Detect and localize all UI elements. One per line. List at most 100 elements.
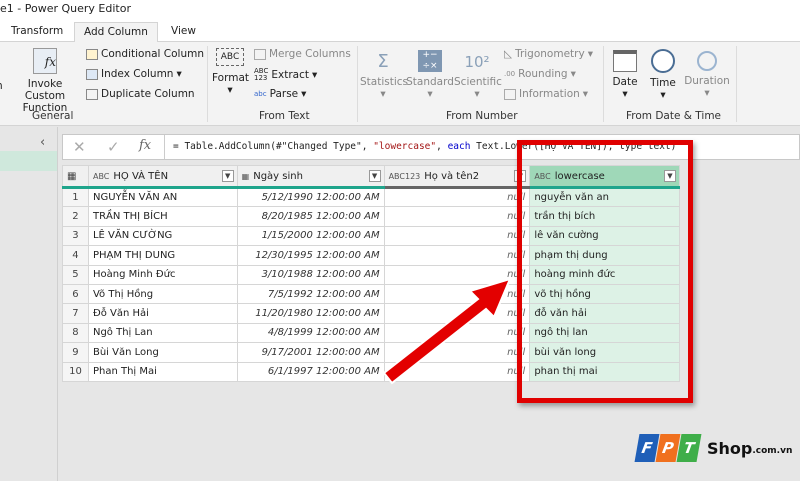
cell-ho-va-ten2[interactable]: null <box>383 206 531 227</box>
row-number[interactable]: 4 <box>62 245 89 266</box>
calendar-icon <box>613 50 637 72</box>
table-icon: ▦ <box>67 170 77 182</box>
group-label-from-date-time: From Date & Time <box>626 110 722 122</box>
text-type-icon: ABC <box>92 171 110 181</box>
column-header-ngay-sinh[interactable]: ▦ Ngày sinh ▼ <box>236 165 385 189</box>
format-icon: ABC <box>216 48 244 66</box>
cell-ho-va-ten2[interactable]: null <box>383 225 531 247</box>
index-column-icon <box>86 68 98 80</box>
format-button[interactable]: ABC Format ▾ <box>212 48 249 96</box>
filter-dropdown-icon[interactable]: ▼ <box>221 170 234 182</box>
row-number[interactable]: 2 <box>62 206 89 227</box>
information-button[interactable]: Information ▾ <box>504 88 588 100</box>
divider <box>603 46 604 122</box>
group-label-from-text: From Text <box>259 110 310 122</box>
column-header-ho-va-ten2[interactable]: ABC123 Họ và tên2 ▼ <box>383 165 531 189</box>
abc123-icon: ABC 123 <box>254 67 269 82</box>
date-button[interactable]: Date ▾ <box>608 48 642 100</box>
cell-ho-va-ten[interactable]: Võ Thị Hồng <box>87 283 238 305</box>
cell-ho-va-ten[interactable]: Bùi Văn Long <box>87 342 238 363</box>
cell-ho-va-ten[interactable]: Ngô Thị Lan <box>87 322 238 344</box>
watermark-text: Shop <box>707 438 753 458</box>
cell-ho-va-ten[interactable]: TRẦN THỊ BÍCH <box>87 206 238 227</box>
function-icon: fx <box>33 48 57 74</box>
cell-ngay-sinh[interactable]: 3/10/1988 12:00:00 AM <box>236 264 385 285</box>
cell-ho-va-ten[interactable]: Đỗ Văn Hải <box>87 303 238 324</box>
cell-ngay-sinh[interactable]: 8/20/1985 12:00:00 AM <box>236 206 385 227</box>
filter-dropdown-icon[interactable]: ▼ <box>368 170 381 182</box>
row-number[interactable]: 3 <box>62 225 89 247</box>
fpt-shop-watermark: F P T Shop .com.vn <box>634 434 793 462</box>
tab-add-column[interactable]: Add Column <box>74 22 158 43</box>
row-number[interactable]: 1 <box>62 186 89 208</box>
triangle-icon: ◺ <box>504 48 513 60</box>
parse-button[interactable]: abc Parse ▾ <box>254 88 306 100</box>
scientific-button[interactable]: 10² Scientific ▾ <box>454 48 502 100</box>
clock-icon <box>651 49 675 73</box>
cell-ngay-sinh[interactable]: 9/17/2001 12:00:00 AM <box>236 342 385 363</box>
column-header-ho-va-ten[interactable]: ABC HỌ VÀ TÊN ▼ <box>87 165 238 189</box>
power-icon: 10² <box>464 53 490 71</box>
group-label-from-number: From Number <box>446 110 518 122</box>
cell-ho-va-ten2[interactable]: null <box>383 245 531 266</box>
cell-ngay-sinh[interactable]: 7/5/1992 12:00:00 AM <box>236 283 385 305</box>
table-menu-button[interactable]: ▦ <box>62 165 89 189</box>
trigonometry-button[interactable]: ◺ Trigonometry ▾ <box>504 48 593 60</box>
ribbon: n fx Invoke CustomFunction Conditional C… <box>0 42 800 126</box>
row-number[interactable]: 7 <box>62 303 89 324</box>
row-number[interactable]: 5 <box>62 264 89 285</box>
cell-ngay-sinh[interactable]: 4/8/1999 12:00:00 AM <box>236 322 385 344</box>
time-button[interactable]: Time ▾ <box>646 48 680 101</box>
sigma-icon: Σ <box>377 51 389 72</box>
duplicate-column-icon <box>86 88 98 100</box>
ribbon-tabs: Transform Add Column View <box>0 19 800 43</box>
invoke-custom-function-button[interactable]: fx Invoke Custom Function <box>10 48 80 114</box>
tab-transform[interactable]: Transform <box>2 22 72 43</box>
conditional-column-button[interactable]: Conditional Column <box>86 48 204 60</box>
conditional-column-icon <box>86 48 98 60</box>
divider <box>207 46 208 122</box>
datetime-type-icon: ▦ <box>241 171 250 181</box>
window-title: e1 - Power Query Editor <box>0 2 131 15</box>
cell-ho-va-ten[interactable]: LÊ VĂN CƯỜNG <box>87 225 238 247</box>
row-number[interactable]: 8 <box>62 322 89 344</box>
cell-ho-va-ten[interactable]: Hoàng Minh Đức <box>87 264 238 285</box>
cancel-icon[interactable]: ✕ <box>73 138 86 156</box>
index-column-button[interactable]: Index Column ▾ <box>86 68 182 80</box>
watermark-suffix: .com.vn <box>752 445 793 456</box>
divider <box>357 46 358 122</box>
stopwatch-icon <box>697 51 717 71</box>
rounding-button[interactable]: .00 Rounding ▾ <box>504 68 576 80</box>
any-type-icon: ABC123 <box>388 171 421 181</box>
tab-view[interactable]: View <box>162 22 205 43</box>
cell-ngay-sinh[interactable]: 1/15/2000 12:00:00 AM <box>236 225 385 247</box>
commit-icon[interactable]: ✓ <box>107 138 120 156</box>
cell-ngay-sinh[interactable]: 12/30/1995 12:00:00 AM <box>236 245 385 266</box>
red-arrow-annotation <box>382 277 512 385</box>
cell-ho-va-ten[interactable]: Phan Thị Mai <box>87 361 238 382</box>
duration-button[interactable]: Duration ▾ <box>684 48 730 99</box>
cell-ngay-sinh[interactable]: 5/12/1990 12:00:00 AM <box>236 186 385 208</box>
row-number[interactable]: 6 <box>62 283 89 305</box>
column-from-examples-button[interactable]: n <box>0 80 3 92</box>
fx-icon[interactable]: fx <box>139 138 151 153</box>
merge-columns-icon <box>254 48 266 60</box>
cell-ho-va-ten[interactable]: PHẠM THỊ DUNG <box>87 245 238 266</box>
collapse-chevron-icon[interactable]: ‹ <box>40 135 45 150</box>
standard-button[interactable]: +− ÷× Standard ▾ <box>406 48 454 100</box>
merge-columns-button[interactable]: Merge Columns <box>254 48 351 60</box>
extract-button[interactable]: ABC 123 Extract ▾ <box>254 68 317 82</box>
row-number[interactable]: 10 <box>62 361 89 382</box>
statistics-button[interactable]: Σ Statistics ▾ <box>360 48 408 100</box>
cell-ho-va-ten2[interactable]: null <box>383 186 531 208</box>
information-icon <box>504 88 516 100</box>
cell-ho-va-ten[interactable]: NGUYỄN VĂN AN <box>87 186 238 208</box>
divider <box>164 135 165 159</box>
rounding-icon: .00 <box>504 70 516 78</box>
arithmetic-icon: +− ÷× <box>418 50 442 72</box>
cell-ngay-sinh[interactable]: 6/1/1997 12:00:00 AM <box>236 361 385 382</box>
row-number[interactable]: 9 <box>62 342 89 363</box>
cell-ngay-sinh[interactable]: 11/20/1980 12:00:00 AM <box>236 303 385 324</box>
query-item-selected[interactable] <box>0 151 57 171</box>
duplicate-column-button[interactable]: Duplicate Column <box>86 88 195 100</box>
